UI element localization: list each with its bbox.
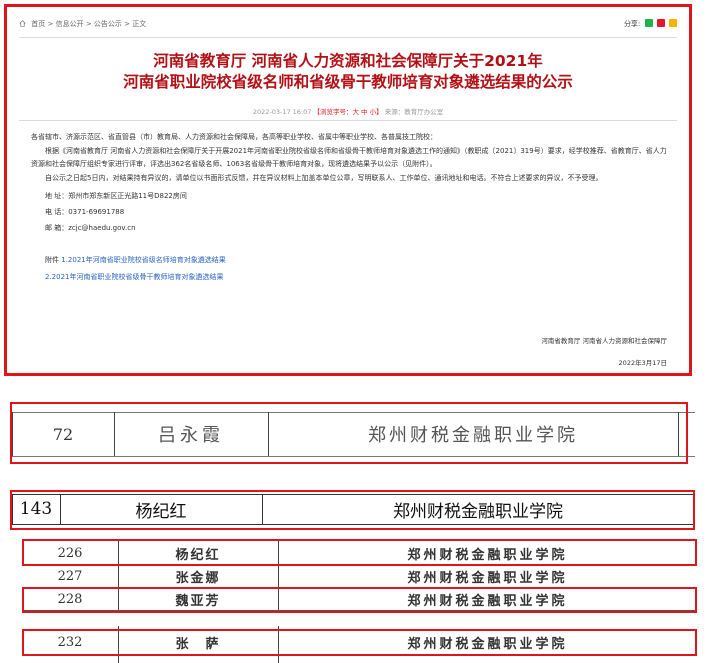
highlight-box	[22, 629, 697, 656]
article-meta: 2022-03-17 16:07 【浏览字号：大 中 小】 来源：教育厅办公室	[27, 106, 669, 116]
share-bar: 分享:	[624, 19, 677, 29]
qzone-share-icon[interactable]	[669, 19, 677, 27]
signature-org: 河南省教育厅 河南省人力资源和社会保障厅	[541, 337, 667, 345]
title-line-2: 河南省职业院校省级名师和省级骨干教师培育对象遴选结果的公示	[123, 73, 573, 91]
highlight-box	[22, 587, 697, 613]
contact-info: 地 址：郑州市郑东新区正光路11号D822房间 电 话：0371-6969178…	[31, 188, 669, 236]
home-icon[interactable]	[19, 20, 26, 27]
attachment-link-2[interactable]: 2.2021年河南省职业院校省级骨干教师培育对象遴选结果	[45, 269, 669, 286]
attachment-link-1[interactable]: 1.2021年河南省职业院校省级名师培育对象遴选结果	[61, 256, 226, 264]
attachments: 附件 1.2021年河南省职业院校省级名师培育对象遴选结果 2.2021年河南省…	[31, 252, 669, 286]
notice-panel: 首页 > 信息公开 > 公告公示 > 正文 分享: 河南省教育厅 河南省人力资源…	[4, 4, 692, 376]
contact-address: 地 址：郑州市郑东新区正光路11号D822房间	[45, 192, 187, 200]
teacher-name: 张金娜	[175, 571, 221, 586]
weibo-share-icon[interactable]	[656, 19, 665, 27]
font-size-switcher[interactable]: 【浏览字号：大 中 小】	[313, 108, 382, 116]
table-excerpt-1: 72 吕永霞 郑州财税金融职业学院	[10, 398, 695, 470]
wechat-share-icon[interactable]	[644, 19, 653, 27]
header-divider	[19, 37, 677, 38]
school-name: 郑州财税金融职业学院	[407, 571, 568, 586]
table-excerpt-2: 143 杨纪红 郑州财税金融职业学院	[10, 490, 695, 530]
breadcrumb-separator: >	[85, 20, 92, 28]
highlight-box	[22, 539, 697, 566]
highlight-box	[10, 402, 688, 464]
table-excerpt-4: 232 张 萨 郑州财税金融职业学院	[22, 624, 697, 663]
table-row: 227 张金娜 郑州财税金融职业学院	[22, 565, 697, 588]
breadcrumb: 首页 > 信息公开 > 公告公示 > 正文 分享:	[19, 19, 677, 33]
title-line-1: 河南省教育厅 河南省人力资源和社会保障厅关于2021年	[153, 52, 543, 70]
paragraph-recipients: 各省辖市、济源示范区、省直管县（市）教育局、人力资源和社会保障局，各高等职业学校…	[31, 133, 437, 141]
contact-phone: 电 话：0371-69691788	[45, 208, 125, 216]
signature-date: 2022年3月17日	[618, 359, 667, 367]
row-number: 227	[57, 569, 83, 584]
article-source: 来源：教育厅办公室	[384, 108, 444, 116]
page-title: 河南省教育厅 河南省人力资源和社会保障厅关于2021年 河南省职业院校省级名师和…	[27, 51, 669, 93]
highlight-box	[10, 490, 695, 530]
breadcrumb-home[interactable]: 首页	[31, 20, 45, 28]
breadcrumb-separator: >	[47, 20, 54, 28]
article-body: 各省辖市、济源示范区、省直管县（市）教育局、人力资源和社会保障局，各高等职业学校…	[31, 131, 669, 286]
breadcrumb-separator: >	[124, 20, 131, 28]
paragraph-objection: 自公示之日起5日内，对结果持有异议的，请单位以书面形式反馈，并在异议材料上加盖本…	[45, 173, 603, 182]
share-label: 分享:	[623, 20, 641, 28]
paragraph-main: 根据《河南省教育厅 河南省人力资源和社会保障厅关于开展2021年河南省职业院校省…	[31, 146, 667, 169]
breadcrumb-notice[interactable]: 公告公示	[94, 20, 122, 28]
breadcrumb-current: 正文	[132, 20, 147, 28]
breadcrumb-info[interactable]: 信息公开	[56, 20, 84, 28]
attachments-label: 附件	[45, 256, 59, 264]
meta-divider	[19, 120, 677, 121]
contact-email: 邮 箱：zcjc@haedu.gov.cn	[45, 224, 136, 232]
table-excerpt-3: 226 杨纪红 郑州财税金融职业学院 227 张金娜 郑州财税金融职业学院 22…	[22, 538, 697, 614]
publish-datetime: 2022-03-17 16:07	[252, 108, 312, 116]
